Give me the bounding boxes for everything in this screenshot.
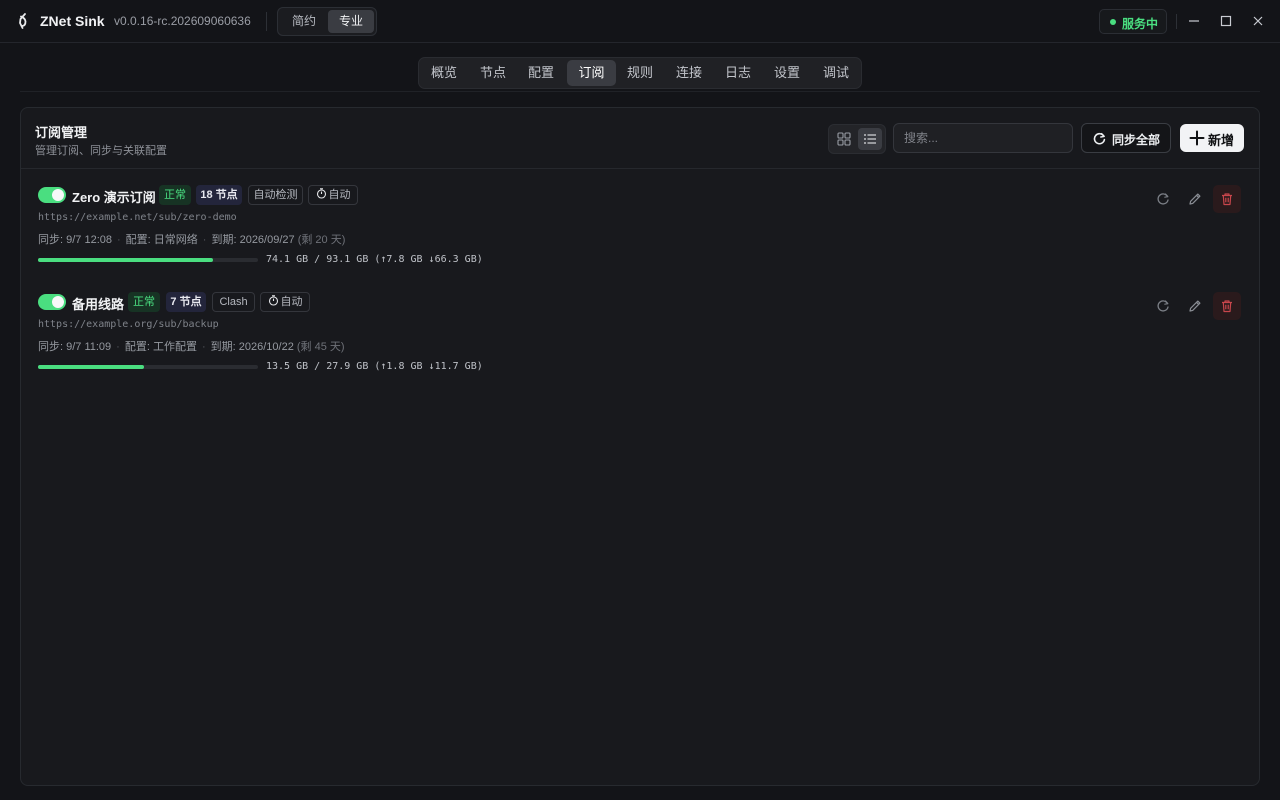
tabs-divider	[20, 91, 1260, 92]
expire-date: 到期: 2026/09/27	[211, 234, 295, 246]
node-count-badge: 7 节点	[166, 292, 206, 312]
tab-overview[interactable]: 概览	[422, 60, 466, 86]
update-badge: 自动	[308, 185, 358, 205]
delete-subscription-button[interactable]	[1213, 292, 1241, 320]
sync-time: 同步: 9/7 11:09	[38, 341, 112, 353]
timer-icon	[268, 295, 278, 306]
traffic-usage-fill	[38, 258, 213, 262]
subscription-name: 备用线路	[72, 297, 125, 312]
sync-all-button[interactable]: 同步全部	[1081, 123, 1171, 153]
refresh-icon	[1157, 193, 1169, 205]
title-divider	[266, 12, 267, 31]
grid-icon	[837, 132, 851, 146]
tab-nodes[interactable]: 节点	[471, 60, 515, 86]
view-mode-toggle	[828, 124, 886, 154]
page-title: 订阅管理	[35, 125, 88, 140]
tab-subscriptions[interactable]: 订阅	[567, 60, 616, 86]
title-bar: ZNet Sink v0.0.16-rc.202609060636 简约 专业 …	[0, 0, 1280, 43]
update-label: 自动	[280, 296, 303, 308]
mode-pro-button[interactable]: 专业	[328, 10, 374, 33]
minimize-icon	[1189, 20, 1199, 22]
service-status-badge: 服务中	[1099, 9, 1167, 34]
trash-icon	[1222, 300, 1232, 313]
mode-simple-button[interactable]: 简约	[281, 10, 327, 33]
delete-subscription-button[interactable]	[1213, 185, 1241, 213]
type-badge: Clash	[212, 292, 255, 312]
enable-toggle[interactable]	[38, 294, 66, 310]
update-badge: 自动	[260, 292, 310, 312]
mode-switch: 简约 专业	[277, 7, 377, 36]
sync-subscription-button[interactable]	[1149, 185, 1177, 213]
maximize-button[interactable]	[1217, 12, 1235, 30]
expire-date: 到期: 2026/10/22	[210, 341, 294, 353]
app-name: ZNet Sink	[40, 13, 105, 29]
page-subtitle: 管理订阅、同步与关联配置	[35, 145, 167, 157]
subscription-url: https://example.net/sub/zero-demo	[38, 212, 237, 223]
service-status-text: 服务中	[1122, 17, 1159, 31]
traffic-usage-text: 74.1 GB / 93.1 GB (↑7.8 GB ↓66.3 GB)	[266, 254, 483, 265]
window-controls-divider	[1176, 14, 1177, 29]
tab-connections[interactable]: 连接	[667, 60, 711, 86]
trash-icon	[1222, 193, 1232, 206]
remaining-days: (剩 45 天)	[296, 341, 345, 353]
maximize-icon	[1220, 15, 1232, 27]
traffic-usage-text: 13.5 GB / 27.9 GB (↑1.8 GB ↓11.7 GB)	[266, 361, 483, 372]
status-badge: 正常	[159, 185, 191, 205]
pencil-icon	[1189, 300, 1201, 312]
subscription-panel: 订阅管理 管理订阅、同步与关联配置 搜索... 同步全部 新增 Zero 演示订…	[20, 107, 1260, 786]
minimize-button[interactable]	[1185, 12, 1203, 30]
linked-config: 配置: 工作配置	[124, 341, 197, 353]
toggle-knob	[52, 189, 64, 201]
status-badge: 正常	[128, 292, 160, 312]
sync-all-label: 同步全部	[1112, 133, 1161, 147]
app-version: v0.0.16-rc.202609060636	[114, 14, 251, 28]
tab-rules[interactable]: 规则	[618, 60, 662, 86]
subscription-item: 备用线路 正常 7 节点 Clash 自动 https://example.or…	[21, 283, 1259, 383]
list-view-button[interactable]	[858, 128, 882, 150]
edit-subscription-button[interactable]	[1181, 292, 1209, 320]
traffic-usage-bar	[38, 365, 258, 369]
linked-config: 配置: 日常网络	[125, 234, 198, 246]
timer-icon	[316, 188, 326, 199]
edit-subscription-button[interactable]	[1181, 185, 1209, 213]
subscription-meta: 同步: 9/7 12:08 · 配置: 日常网络 · 到期: 2026/09/27 (剩…	[38, 234, 346, 246]
add-subscription-button[interactable]: 新增	[1180, 124, 1244, 152]
subscription-item: Zero 演示订阅 正常 18 节点 自动检测 自动 https://examp…	[21, 176, 1259, 276]
refresh-icon	[1157, 300, 1169, 312]
remaining-days: (剩 20 天)	[297, 234, 346, 246]
main-tabs: 概览 节点 配置 订阅 规则 连接 日志 设置 调试	[418, 57, 862, 89]
sync-subscription-button[interactable]	[1149, 292, 1177, 320]
pencil-icon	[1189, 193, 1201, 205]
app-logo-icon	[19, 13, 27, 29]
node-count-badge: 18 节点	[196, 185, 242, 205]
status-dot-icon	[1110, 19, 1116, 25]
panel-header: 订阅管理 管理订阅、同步与关联配置 搜索... 同步全部 新增	[21, 108, 1259, 169]
subscription-meta: 同步: 9/7 11:09 · 配置: 工作配置 · 到期: 2026/10/22 (剩…	[38, 341, 345, 353]
add-label: 新增	[1208, 133, 1235, 148]
enable-toggle[interactable]	[38, 187, 66, 203]
update-label: 自动	[328, 189, 351, 201]
traffic-usage-bar	[38, 258, 258, 262]
subscription-name: Zero 演示订阅	[72, 190, 156, 205]
refresh-icon	[1093, 132, 1106, 145]
tab-logs[interactable]: 日志	[716, 60, 760, 86]
tab-config[interactable]: 配置	[519, 60, 563, 86]
list-icon	[864, 134, 876, 144]
tab-debug[interactable]: 调试	[814, 60, 858, 86]
type-badge: 自动检测	[248, 185, 303, 205]
search-input[interactable]	[893, 123, 1073, 153]
grid-view-button[interactable]	[832, 128, 856, 150]
subscription-url: https://example.org/sub/backup	[38, 319, 219, 330]
toggle-knob	[52, 296, 64, 308]
tab-settings[interactable]: 设置	[765, 60, 809, 86]
close-button[interactable]	[1249, 12, 1267, 30]
plus-icon	[1189, 130, 1205, 146]
traffic-usage-fill	[38, 365, 145, 369]
close-icon	[1253, 16, 1263, 26]
sync-time: 同步: 9/7 12:08	[38, 234, 112, 246]
